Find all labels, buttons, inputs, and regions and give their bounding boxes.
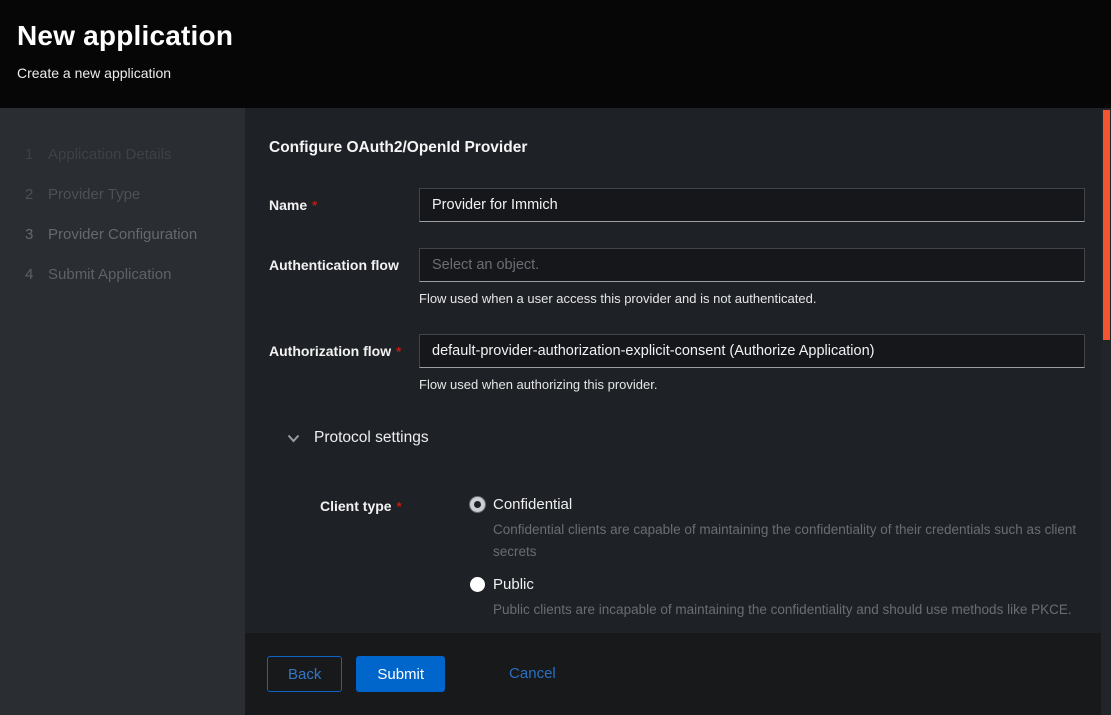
- sidebar-step-submit-application[interactable]: 4 Submit Application: [0, 254, 245, 294]
- name-input[interactable]: [419, 188, 1085, 222]
- scrollbar-thumb[interactable]: [1103, 110, 1110, 340]
- authorization-flow-select[interactable]: [419, 334, 1085, 368]
- step-label: Application Details: [48, 146, 171, 163]
- authentication-flow-row: Authentication flow Flow used when a use…: [269, 248, 1085, 307]
- wizard-body: 1 Application Details 2 Provider Type 3 …: [0, 108, 1111, 715]
- required-asterisk: *: [396, 344, 401, 359]
- provider-config-form: Configure OAuth2/OpenId Provider Name* A…: [245, 108, 1111, 633]
- radio-confidential-label[interactable]: Confidential: [493, 496, 572, 513]
- page-title: New application: [17, 20, 1111, 52]
- step-label: Submit Application: [48, 266, 171, 283]
- client-type-row: Client type* Confidential Confidential c…: [320, 496, 1085, 633]
- step-label: Provider Configuration: [48, 226, 197, 243]
- radio-public-label[interactable]: Public: [493, 576, 534, 593]
- step-label: Provider Type: [48, 186, 140, 203]
- sidebar-step-provider-configuration[interactable]: 3 Provider Configuration: [0, 214, 245, 254]
- authorization-flow-label: Authorization flow*: [269, 334, 419, 393]
- page-subtitle: Create a new application: [17, 65, 1111, 81]
- radio-confidential[interactable]: [470, 497, 485, 512]
- authentication-flow-label: Authentication flow: [269, 248, 419, 307]
- step-number: 2: [25, 186, 48, 203]
- authorization-flow-help: Flow used when authorizing this provider…: [419, 377, 1085, 393]
- required-asterisk: *: [312, 198, 317, 213]
- submit-button[interactable]: Submit: [356, 656, 445, 692]
- radio-option-confidential: Confidential Confidential clients are ca…: [470, 496, 1085, 563]
- protocol-settings-label: Protocol settings: [314, 429, 429, 447]
- authentication-flow-help: Flow used when a user access this provid…: [419, 291, 1085, 307]
- cancel-link[interactable]: Cancel: [509, 656, 556, 682]
- sidebar-step-provider-type[interactable]: 2 Provider Type: [0, 174, 245, 214]
- wizard-footer: Back Submit Cancel: [245, 633, 1111, 715]
- name-label: Name*: [269, 188, 419, 222]
- wizard-steps-sidebar: 1 Application Details 2 Provider Type 3 …: [0, 108, 245, 715]
- required-asterisk: *: [397, 499, 402, 514]
- authorization-flow-row: Authorization flow* Flow used when autho…: [269, 334, 1085, 393]
- authentication-flow-select[interactable]: [419, 248, 1085, 282]
- radio-confidential-description: Confidential clients are capable of main…: [493, 519, 1078, 563]
- radio-option-public: Public Public clients are incapable of m…: [470, 576, 1085, 621]
- radio-public-description: Public clients are incapable of maintain…: [493, 599, 1078, 621]
- step-number: 1: [25, 146, 48, 163]
- step-number: 4: [25, 266, 48, 283]
- wizard-header: New application Create a new application: [0, 0, 1111, 108]
- sidebar-step-application-details[interactable]: 1 Application Details: [0, 134, 245, 174]
- protocol-settings-body: Client type* Confidential Confidential c…: [269, 496, 1085, 633]
- chevron-down-icon: [287, 434, 300, 443]
- form-heading: Configure OAuth2/OpenId Provider: [269, 139, 1085, 157]
- name-field-row: Name*: [269, 188, 1085, 222]
- protocol-settings-toggle[interactable]: Protocol settings: [287, 429, 1085, 447]
- step-number: 3: [25, 226, 48, 243]
- wizard-main-panel: Configure OAuth2/OpenId Provider Name* A…: [245, 108, 1111, 715]
- back-button[interactable]: Back: [267, 656, 342, 692]
- client-type-radio-group: Confidential Confidential clients are ca…: [470, 496, 1085, 633]
- client-type-label: Client type*: [320, 496, 470, 633]
- radio-public[interactable]: [470, 577, 485, 592]
- scrollbar-track[interactable]: [1101, 108, 1111, 715]
